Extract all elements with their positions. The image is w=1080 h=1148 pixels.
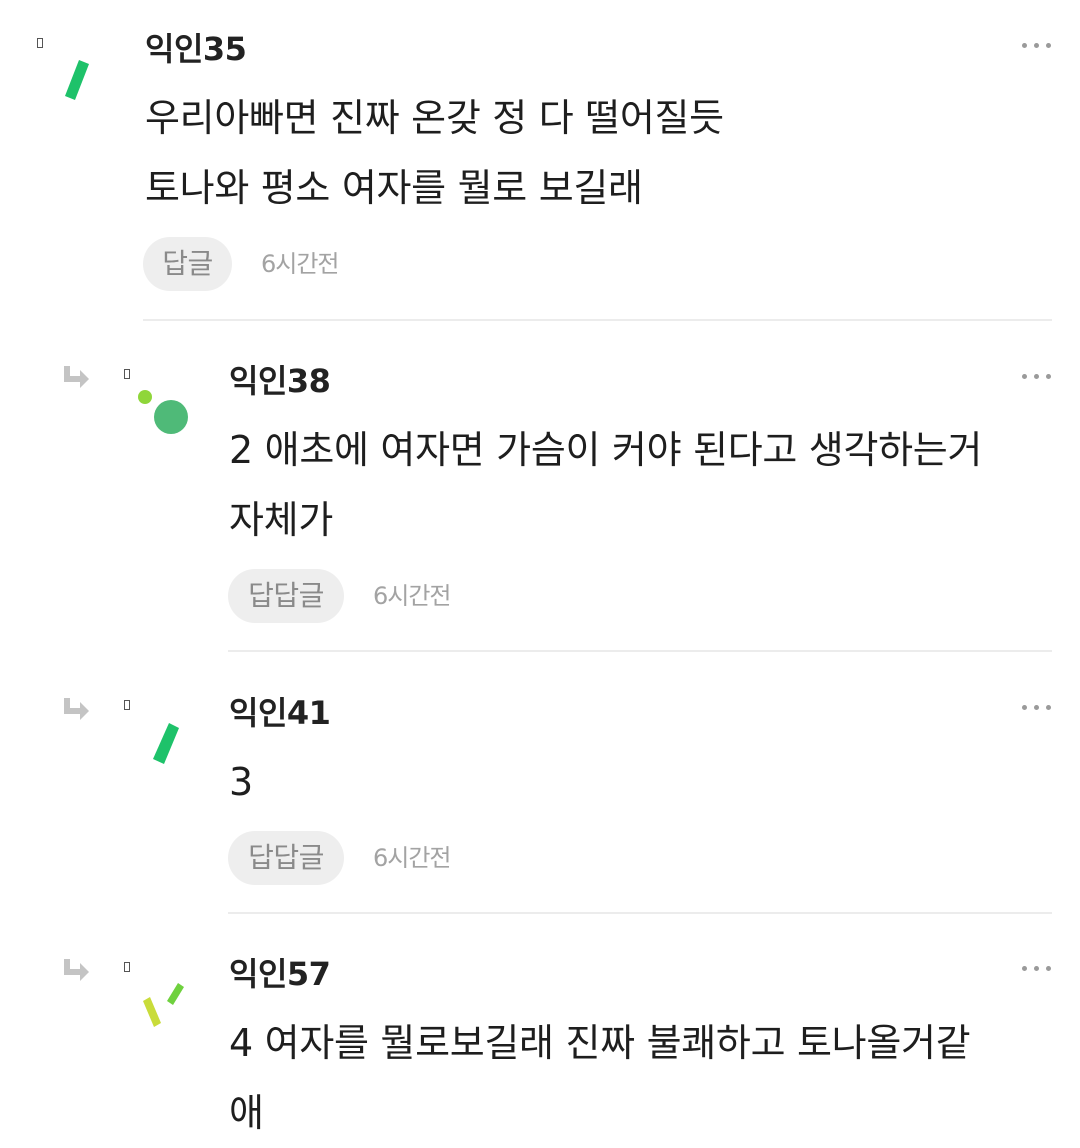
more-options-icon[interactable] [1022, 958, 1052, 978]
avatar[interactable] [133, 978, 193, 1036]
reply-arrow-icon [64, 959, 89, 981]
nickname[interactable]: 익인57 [229, 954, 331, 994]
yellow-green-strokes-icon [143, 997, 161, 1027]
broken-image-icon [124, 962, 130, 972]
lime-stroke-icon [167, 983, 184, 1005]
comment-item: 익인57 4 여자를 뭘로보길래 진짜 불쾌하고 토나올거같 애 [0, 0, 1080, 1146]
comment-text-line: 4 여자를 뭘로보길래 진짜 불쾌하고 토나올거같 [229, 1021, 971, 1065]
comment-text-line: 애 [229, 1091, 264, 1135]
